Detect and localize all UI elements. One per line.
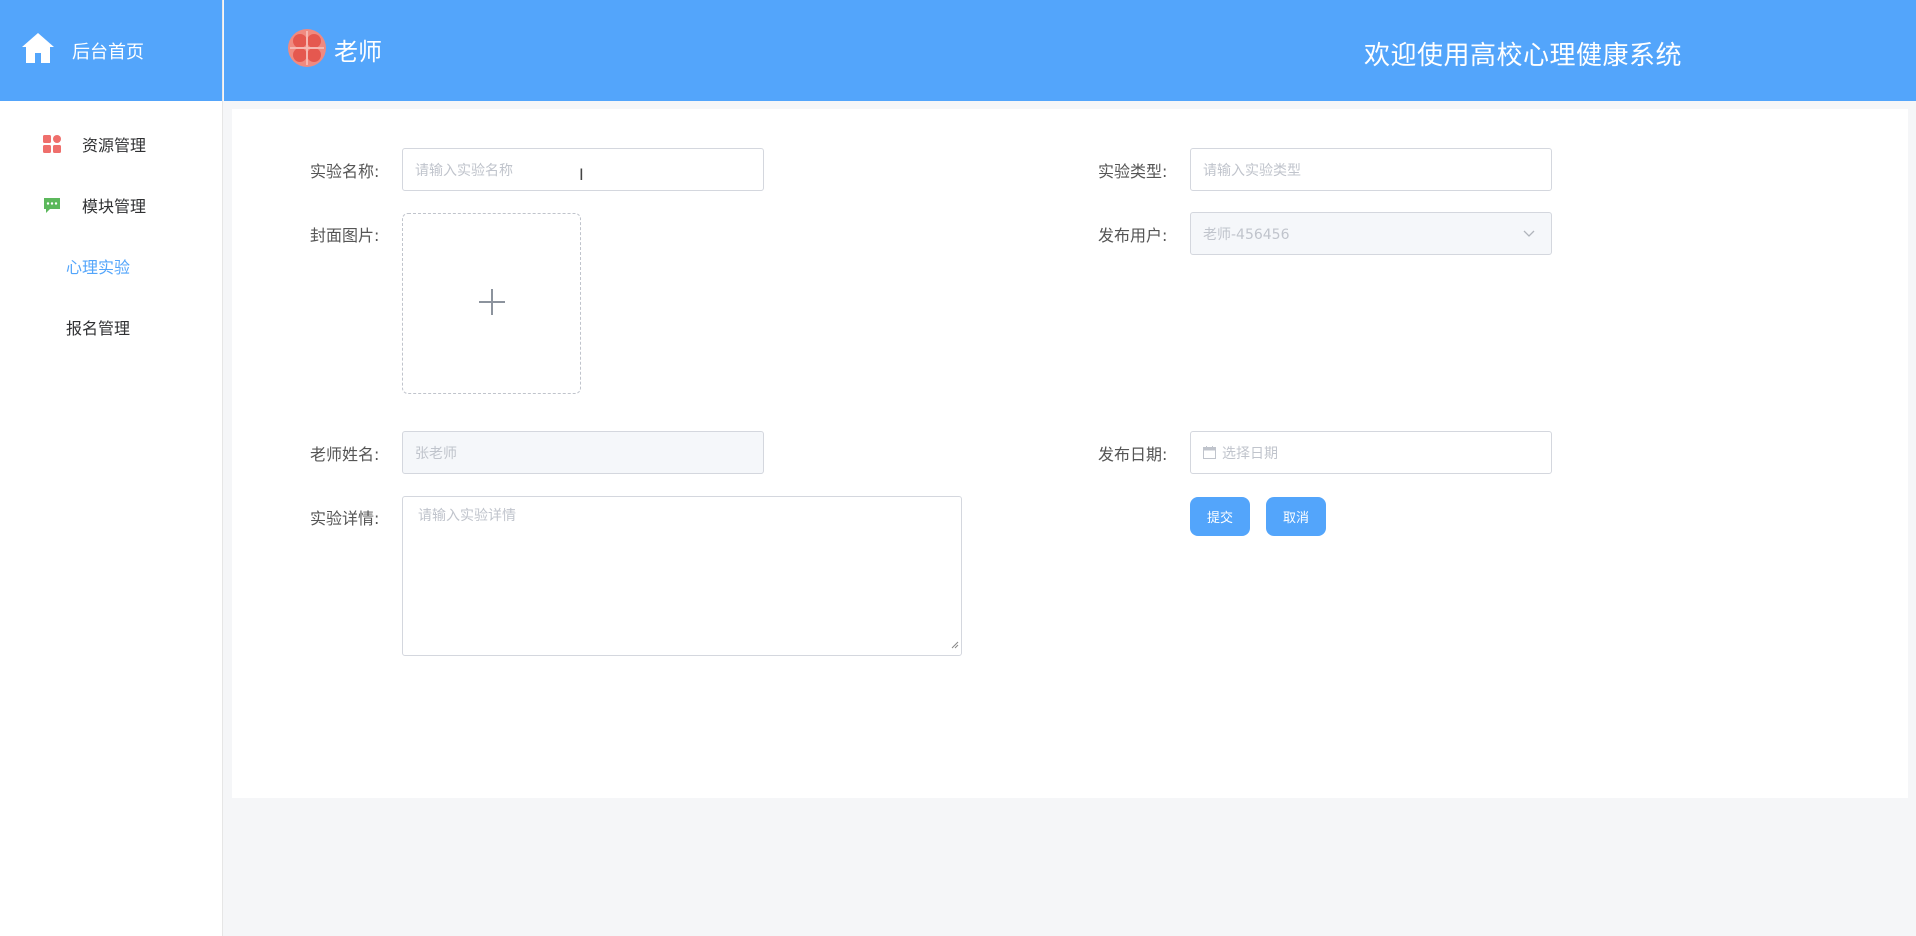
publisher-value: 老师-456456: [1203, 226, 1290, 243]
experiment-type-label: 实验类型:: [1098, 162, 1168, 181]
experiment-detail-textarea[interactable]: 请输入实验详情: [402, 496, 962, 656]
experiment-name-input[interactable]: 请输入实验名称 I: [402, 148, 764, 191]
sidebar: 后台首页 资源管理 模块管理 心理实验 报名管理: [0, 0, 223, 936]
teacher-name-input[interactable]: 张老师: [402, 431, 764, 474]
sidebar-home-label: 后台首页: [72, 41, 144, 63]
experiment-name-label: 实验名称:: [310, 162, 380, 181]
sidebar-item-psych-experiment[interactable]: 心理实验: [0, 235, 222, 296]
sidebar-home-link[interactable]: 后台首页: [0, 0, 222, 101]
sidebar-item-label: 报名管理: [65, 318, 130, 338]
top-header: 老师 欢迎使用高校心理健康系统: [224, 0, 1916, 101]
publish-date-picker[interactable]: 选择日期: [1190, 431, 1552, 474]
sidebar-item-label: 心理实验: [65, 257, 130, 277]
sidebar-menu: 资源管理 模块管理 心理实验 报名管理: [0, 101, 222, 357]
cancel-button[interactable]: 取消: [1266, 497, 1326, 536]
cover-image-label: 封面图片:: [310, 226, 380, 245]
resize-handle-icon[interactable]: [951, 637, 959, 653]
teacher-name-label: 老师姓名:: [310, 445, 380, 464]
teacher-name-value: 张老师: [415, 445, 457, 462]
welcome-title: 欢迎使用高校心理健康系统: [1364, 41, 1683, 71]
experiment-detail-placeholder: 请输入实验详情: [418, 508, 516, 524]
user-role: 老师: [334, 38, 382, 66]
publisher-select[interactable]: 老师-456456: [1190, 212, 1552, 255]
experiment-detail-label: 实验详情:: [310, 509, 380, 528]
grid-icon: [43, 134, 61, 153]
experiment-type-placeholder: 请输入实验类型: [1203, 162, 1301, 179]
publish-date-placeholder: 选择日期: [1222, 445, 1278, 462]
home-icon: [20, 30, 72, 71]
sidebar-item-module-management[interactable]: 模块管理: [0, 174, 222, 235]
chat-icon: [43, 196, 61, 214]
text-cursor-icon: I: [579, 165, 584, 184]
submit-button[interactable]: 提交: [1190, 497, 1250, 536]
sidebar-item-label: 资源管理: [82, 135, 147, 155]
publisher-label: 发布用户:: [1098, 226, 1168, 245]
sidebar-item-resource-management[interactable]: 资源管理: [0, 113, 222, 174]
experiment-name-placeholder: 请输入实验名称: [415, 162, 513, 179]
experiment-type-input[interactable]: 请输入实验类型: [1190, 148, 1552, 191]
publish-date-label: 发布日期:: [1098, 445, 1168, 464]
plus-icon: [478, 288, 505, 319]
avatar[interactable]: [288, 29, 326, 67]
sidebar-item-label: 模块管理: [82, 196, 147, 216]
chevron-down-icon: [1523, 227, 1535, 243]
cover-image-upload[interactable]: [402, 213, 581, 394]
calendar-icon: [1203, 446, 1216, 459]
sidebar-item-registration-management[interactable]: 报名管理: [0, 296, 222, 357]
